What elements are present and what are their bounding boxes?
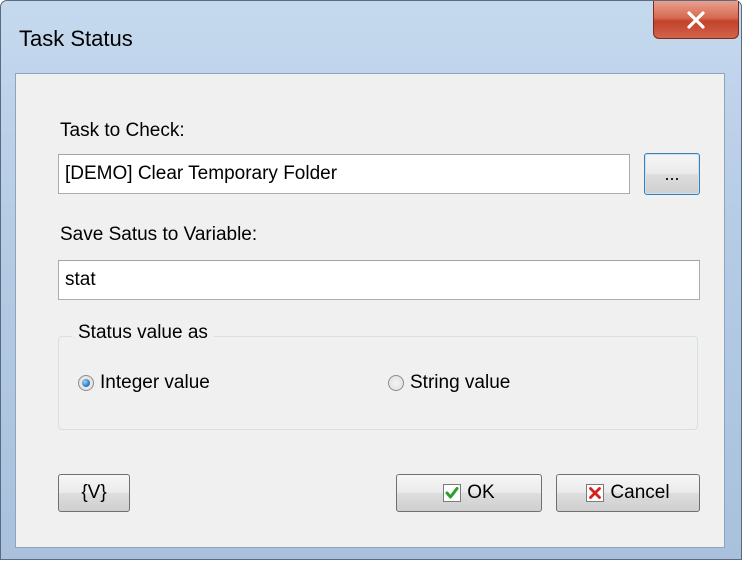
browse-task-button[interactable]: ...: [644, 153, 700, 195]
window-title: Task Status: [19, 26, 133, 51]
task-to-check-field[interactable]: [DEMO] Clear Temporary Folder: [58, 154, 630, 194]
radio-integer-label: Integer value: [100, 372, 210, 393]
radio-selected-icon[interactable]: [78, 375, 94, 391]
title-bar[interactable]: Task Status: [1, 1, 741, 73]
save-status-label: Save Satus to Variable:: [60, 224, 258, 245]
task-to-check-label: Task to Check:: [60, 120, 185, 141]
radio-integer-value[interactable]: Integer value: [78, 372, 210, 394]
task-status-dialog: Task Status Task to Check: [DEMO] Clear …: [0, 0, 742, 560]
close-button[interactable]: [653, 1, 739, 39]
ok-label: OK: [467, 482, 495, 503]
ok-button[interactable]: OK: [396, 474, 542, 512]
dialog-body: Task to Check: [DEMO] Clear Temporary Fo…: [15, 73, 725, 548]
cancel-x-icon: [586, 484, 605, 502]
checkmark-icon: [443, 484, 462, 502]
status-value-legend: Status value as: [72, 322, 214, 344]
cancel-button[interactable]: Cancel: [556, 474, 700, 512]
variables-button[interactable]: {V}: [58, 474, 130, 512]
radio-unselected-icon[interactable]: [388, 375, 404, 391]
radio-string-label: String value: [410, 372, 511, 393]
cancel-label: Cancel: [610, 482, 670, 503]
close-icon: [687, 10, 705, 29]
radio-string-value[interactable]: String value: [388, 372, 510, 394]
save-status-variable-field[interactable]: stat: [58, 260, 700, 300]
